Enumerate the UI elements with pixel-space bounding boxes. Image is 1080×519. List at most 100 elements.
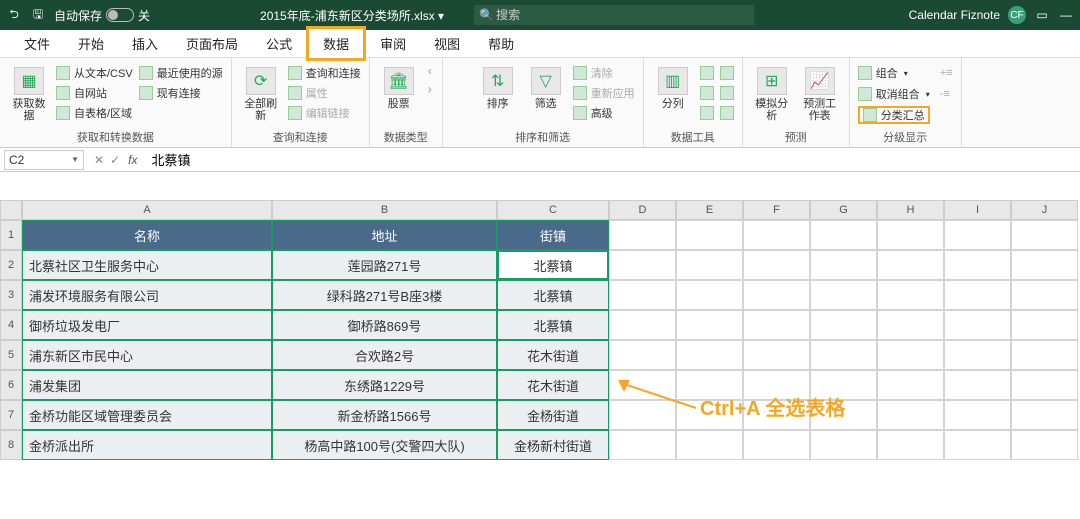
cell[interactable]	[810, 250, 877, 280]
cell[interactable]	[676, 280, 743, 310]
row-header[interactable]: 2	[0, 250, 22, 280]
enter-icon[interactable]: ✓	[110, 153, 120, 167]
data-val[interactable]	[700, 104, 714, 122]
cell[interactable]: 名称	[22, 220, 272, 250]
col-header[interactable]: J	[1011, 200, 1078, 220]
ribbon-display-icon[interactable]: ▭	[1034, 7, 1050, 23]
cell[interactable]	[1011, 310, 1078, 340]
group-button[interactable]: 组合▾	[858, 64, 930, 82]
chevron-left-icon[interactable]: ‹	[428, 64, 432, 78]
back-icon[interactable]: ⮌	[6, 7, 22, 23]
edit-links[interactable]: 编辑链接	[288, 104, 361, 122]
cell[interactable]	[743, 430, 810, 460]
cell[interactable]	[609, 250, 676, 280]
tab-formulas[interactable]: 公式	[252, 29, 306, 58]
cell[interactable]: 御桥路869号	[272, 310, 497, 340]
cell[interactable]: 浦东新区市民中心	[22, 340, 272, 370]
from-text-csv[interactable]: 从文本/CSV	[56, 64, 133, 82]
cell[interactable]	[944, 430, 1011, 460]
cell[interactable]	[676, 220, 743, 250]
cell[interactable]	[1011, 250, 1078, 280]
relationships[interactable]	[720, 84, 734, 102]
cell[interactable]: 地址	[272, 220, 497, 250]
tab-view[interactable]: 视图	[420, 29, 474, 58]
cell[interactable]: 合欢路2号	[272, 340, 497, 370]
worksheet[interactable]: 1 2 3 4 5 6 7 8 A B C D E F G H I J 名称 地…	[0, 200, 1080, 460]
cell[interactable]	[810, 340, 877, 370]
cell[interactable]	[609, 430, 676, 460]
user-area[interactable]: Calendar Fiznote CF ▭ —	[909, 6, 1074, 24]
whatif-button[interactable]: ⊞ 模拟分析	[751, 64, 793, 122]
cell[interactable]	[676, 250, 743, 280]
cell[interactable]: 绿科路271号B座3楼	[272, 280, 497, 310]
tab-review[interactable]: 审阅	[366, 29, 420, 58]
cell[interactable]	[877, 220, 944, 250]
row-header[interactable]: 4	[0, 310, 22, 340]
row-header[interactable]: 5	[0, 340, 22, 370]
cell[interactable]: 新金桥路1566号	[272, 400, 497, 430]
flash-fill[interactable]	[700, 64, 714, 82]
cell[interactable]: 北蔡镇	[497, 280, 609, 310]
consolidate[interactable]	[720, 64, 734, 82]
cell[interactable]: 浦发集团	[22, 370, 272, 400]
fx-icon[interactable]: fx	[126, 153, 139, 167]
cell[interactable]	[944, 340, 1011, 370]
tab-insert[interactable]: 插入	[118, 29, 172, 58]
cell[interactable]	[609, 310, 676, 340]
cell[interactable]	[877, 400, 944, 430]
cell[interactable]	[810, 220, 877, 250]
cell[interactable]	[609, 280, 676, 310]
from-table[interactable]: 自表格/区域	[56, 104, 133, 122]
cell[interactable]: 北蔡社区卫生服务中心	[22, 250, 272, 280]
cell[interactable]: 浦发环境服务有限公司	[22, 280, 272, 310]
minimize-icon[interactable]: —	[1058, 7, 1074, 23]
autosave-toggle[interactable]: 自动保存 关	[54, 7, 150, 24]
formula-input[interactable]	[145, 150, 1080, 170]
filter-button[interactable]: ▽ 筛选	[525, 64, 567, 110]
cell[interactable]: 东绣路1229号	[272, 370, 497, 400]
cell[interactable]	[1011, 370, 1078, 400]
cell[interactable]	[676, 310, 743, 340]
row-header[interactable]: 1	[0, 220, 22, 250]
reapply[interactable]: 重新应用	[573, 84, 635, 102]
cell[interactable]	[676, 430, 743, 460]
data-model[interactable]	[720, 104, 734, 122]
cell[interactable]	[944, 220, 1011, 250]
get-data-button[interactable]: ▦ 获取数据	[8, 64, 50, 122]
select-all-corner[interactable]	[0, 200, 22, 220]
cell[interactable]: 金桥派出所	[22, 430, 272, 460]
cell[interactable]	[743, 220, 810, 250]
col-header[interactable]: C	[497, 200, 609, 220]
cell[interactable]	[944, 250, 1011, 280]
cell[interactable]	[743, 310, 810, 340]
remove-dup[interactable]	[700, 84, 714, 102]
cell[interactable]	[810, 430, 877, 460]
ungroup-button[interactable]: 取消组合▾	[858, 85, 930, 103]
tab-layout[interactable]: 页面布局	[172, 29, 252, 58]
active-cell[interactable]: 北蔡镇	[497, 250, 609, 280]
cell[interactable]: 花木街道	[497, 370, 609, 400]
tab-data[interactable]: 数据	[306, 26, 366, 61]
sort-desc-icon[interactable]	[451, 90, 471, 110]
cell[interactable]	[743, 340, 810, 370]
cell[interactable]	[944, 310, 1011, 340]
cell[interactable]	[1011, 430, 1078, 460]
search-input[interactable]	[474, 5, 754, 25]
forecast-sheet-button[interactable]: 📈 预测工作表	[799, 64, 841, 122]
cancel-icon[interactable]: ✕	[94, 153, 104, 167]
cell[interactable]: 北蔡镇	[497, 310, 609, 340]
cell[interactable]	[609, 220, 676, 250]
existing-conn[interactable]: 现有连接	[139, 84, 223, 102]
cell[interactable]: 金杨街道	[497, 400, 609, 430]
sort-button[interactable]: ⇅ 排序	[477, 64, 519, 110]
cell[interactable]	[1011, 220, 1078, 250]
col-header[interactable]: D	[609, 200, 676, 220]
cell[interactable]: 花木街道	[497, 340, 609, 370]
save-icon[interactable]: 🖫	[30, 7, 46, 23]
cell[interactable]	[609, 340, 676, 370]
col-header[interactable]: B	[272, 200, 497, 220]
col-header[interactable]: G	[810, 200, 877, 220]
sort-asc-icon[interactable]	[451, 68, 471, 88]
row-header[interactable]: 8	[0, 430, 22, 460]
cell[interactable]: 御桥垃圾发电厂	[22, 310, 272, 340]
